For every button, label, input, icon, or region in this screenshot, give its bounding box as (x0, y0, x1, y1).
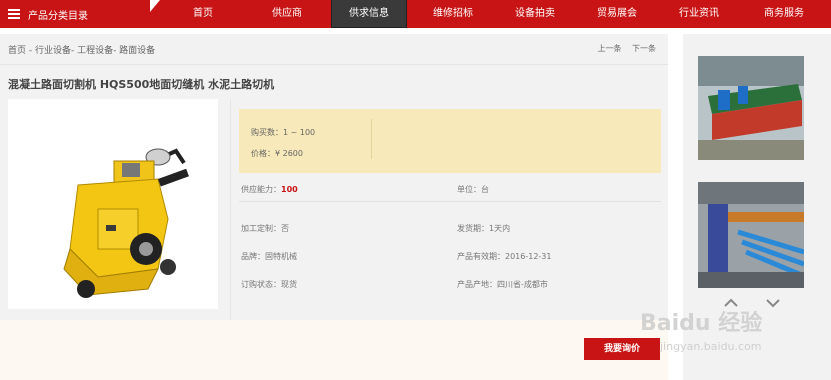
product-panel: 首页 - 行业设备- 工程设备- 路面设备 上一条 下一条 混凝土路面切割机 H… (0, 34, 668, 324)
road-cutter-illustration (63, 148, 189, 298)
nav-item-supply-demand[interactable]: 供求信息 (331, 0, 407, 28)
watermark-logo: Baidu 经验 (640, 311, 763, 336)
roll-forming-machine-image (698, 56, 804, 160)
slitting-machine-image (698, 182, 805, 288)
origin: 产品产地：四川省-成都市 (457, 280, 548, 289)
thumbnail-1[interactable] (698, 56, 804, 160)
validity: 产品有效期：2016-12-31 (457, 252, 552, 261)
nav-fold-decoration (150, 0, 160, 12)
supply-value: 100 (281, 185, 298, 194)
category-menu[interactable]: 产品分类目录 (0, 0, 158, 28)
nav-item-suppliers[interactable]: 供应商 (262, 0, 312, 28)
price-divider (371, 119, 372, 159)
custom-processing: 加工定制：否 (241, 224, 289, 233)
prev-link[interactable]: 上一条 (597, 44, 621, 53)
menu-icon (8, 9, 20, 19)
buy-quantity: 购买数：1 ~ 100 (251, 128, 316, 137)
product-info: 购买数：1 ~ 100 价格：¥ 2600 供应能力：100 单位：台 加工定制… (230, 99, 668, 324)
divider (0, 64, 668, 65)
pager: 上一条 下一条 (589, 43, 656, 54)
product-title: 混凝土路面切割机 HQS500地面切缝机 水泥土路切机 (8, 78, 275, 91)
supply-capacity: 供应能力：100 (241, 184, 298, 195)
next-link[interactable]: 下一条 (632, 44, 656, 53)
category-label: 产品分类目录 (28, 11, 88, 22)
nav-item-trade-fair[interactable]: 贸易展会 (587, 0, 647, 28)
unit: 单位：台 (457, 185, 489, 194)
brand: 品牌：固特机械 (241, 252, 297, 261)
thumbnail-2[interactable] (698, 182, 805, 288)
supply-label: 供应能力： (241, 185, 281, 194)
divider (239, 201, 661, 202)
order-status: 订购状态：现货 (241, 280, 297, 289)
nav-item-home[interactable]: 首页 (180, 0, 226, 28)
bottom-strip (0, 320, 668, 380)
nav-item-auction[interactable]: 设备拍卖 (505, 0, 565, 28)
nav-item-industry-news[interactable]: 行业资讯 (669, 0, 729, 28)
nav-item-business-service[interactable]: 商务服务 (752, 0, 816, 28)
inquiry-button[interactable]: 我要询价 (584, 338, 660, 360)
product-image[interactable] (8, 99, 218, 309)
breadcrumb[interactable]: 首页 - 行业设备- 工程设备- 路面设备 (8, 43, 155, 56)
delivery-period: 发货期：1天内 (457, 224, 511, 233)
top-nav: 产品分类目录 首页 供应商 供求信息 维修招标 设备拍卖 贸易展会 行业资讯 商… (0, 0, 831, 28)
price: 价格：¥ 2600 (251, 149, 303, 158)
watermark-url: jingyan.baidu.com (660, 340, 762, 353)
nav-item-repair-bidding[interactable]: 维修招标 (423, 0, 483, 28)
price-box: 购买数：1 ~ 100 价格：¥ 2600 (239, 109, 661, 173)
